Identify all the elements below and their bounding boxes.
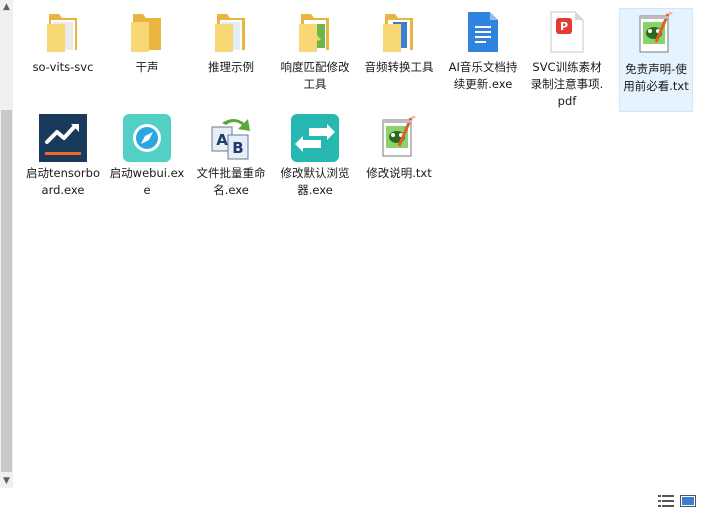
svg-text:B: B: [232, 139, 243, 157]
vertical-scrollbar[interactable]: ▲ ▼: [0, 0, 13, 488]
file-label: SVC训练素材录制注意事项.pdf: [530, 60, 604, 108]
scroll-down-arrow[interactable]: ▼: [0, 474, 13, 488]
status-bar: [0, 488, 701, 508]
file-label: 文件批量重命名.exe: [196, 166, 266, 197]
file-label: so-vits-svc: [32, 60, 94, 74]
svg-text:P: P: [560, 20, 568, 33]
file-item-tensorboard[interactable]: 启动tensorboard.exe: [23, 113, 103, 199]
notepad-icon: [375, 113, 423, 163]
file-item-tuili-shili[interactable]: 推理示例: [191, 7, 271, 76]
file-label: 干声: [135, 60, 159, 74]
file-label: 音频转换工具: [364, 60, 434, 74]
file-item-so-vits-svc[interactable]: so-vits-svc: [23, 7, 103, 76]
file-label: 免责声明-使用前必看.txt: [623, 62, 689, 93]
details-view-icon[interactable]: [658, 492, 674, 507]
scrollbar-thumb[interactable]: [1, 110, 12, 472]
file-item-mianze-shengming[interactable]: 免责声明-使用前必看.txt: [619, 8, 693, 112]
file-item-browser-switch[interactable]: 修改默认浏览器.exe: [275, 113, 355, 199]
svg-text:A: A: [216, 131, 228, 149]
large-icons-view-icon[interactable]: [680, 492, 696, 507]
file-item-webui[interactable]: 启动webui.exe: [107, 113, 187, 199]
file-label: 启动tensorboard.exe: [26, 166, 100, 197]
folder-icon: [291, 7, 339, 57]
file-item-yinpin-tool[interactable]: 音频转换工具: [359, 7, 439, 76]
file-item-gansheng[interactable]: 干声: [107, 7, 187, 76]
folder-icon: [207, 7, 255, 57]
compass-icon: [123, 113, 171, 163]
rename-icon: A B: [207, 113, 255, 163]
file-label: 响度匹配修改工具: [280, 60, 350, 91]
folder-icon: [123, 7, 171, 57]
pdf-icon: P: [543, 7, 591, 57]
file-item-xiugai-shuoming[interactable]: 修改说明.txt: [359, 113, 439, 182]
notepad-icon: [632, 9, 680, 59]
file-item-xiangdu-tool[interactable]: 响度匹配修改工具: [275, 7, 355, 93]
tensorboard-icon: [39, 113, 87, 163]
scroll-up-arrow[interactable]: ▲: [0, 0, 13, 14]
folder-icon: [39, 7, 87, 57]
file-label: 推理示例: [208, 60, 254, 74]
file-item-rename[interactable]: A B 文件批量重命名.exe: [191, 113, 271, 199]
file-item-svc-pdf[interactable]: P SVC训练素材录制注意事项.pdf: [527, 7, 607, 110]
file-item-ai-music-doc[interactable]: AI音乐文档持续更新.exe: [443, 7, 523, 93]
folder-icon: [375, 7, 423, 57]
file-label: AI音乐文档持续更新.exe: [448, 60, 518, 91]
file-explorer-window: ▲ ▼ so-vits-svc 干声 推理示例 响度匹配修改工具 音频转换工具 …: [0, 0, 701, 508]
document-exe-icon: [459, 7, 507, 57]
file-label: 修改默认浏览器.exe: [280, 166, 350, 197]
file-label: 启动webui.exe: [109, 166, 185, 197]
browser-switch-icon: [291, 113, 339, 163]
file-label: 修改说明.txt: [366, 166, 432, 180]
